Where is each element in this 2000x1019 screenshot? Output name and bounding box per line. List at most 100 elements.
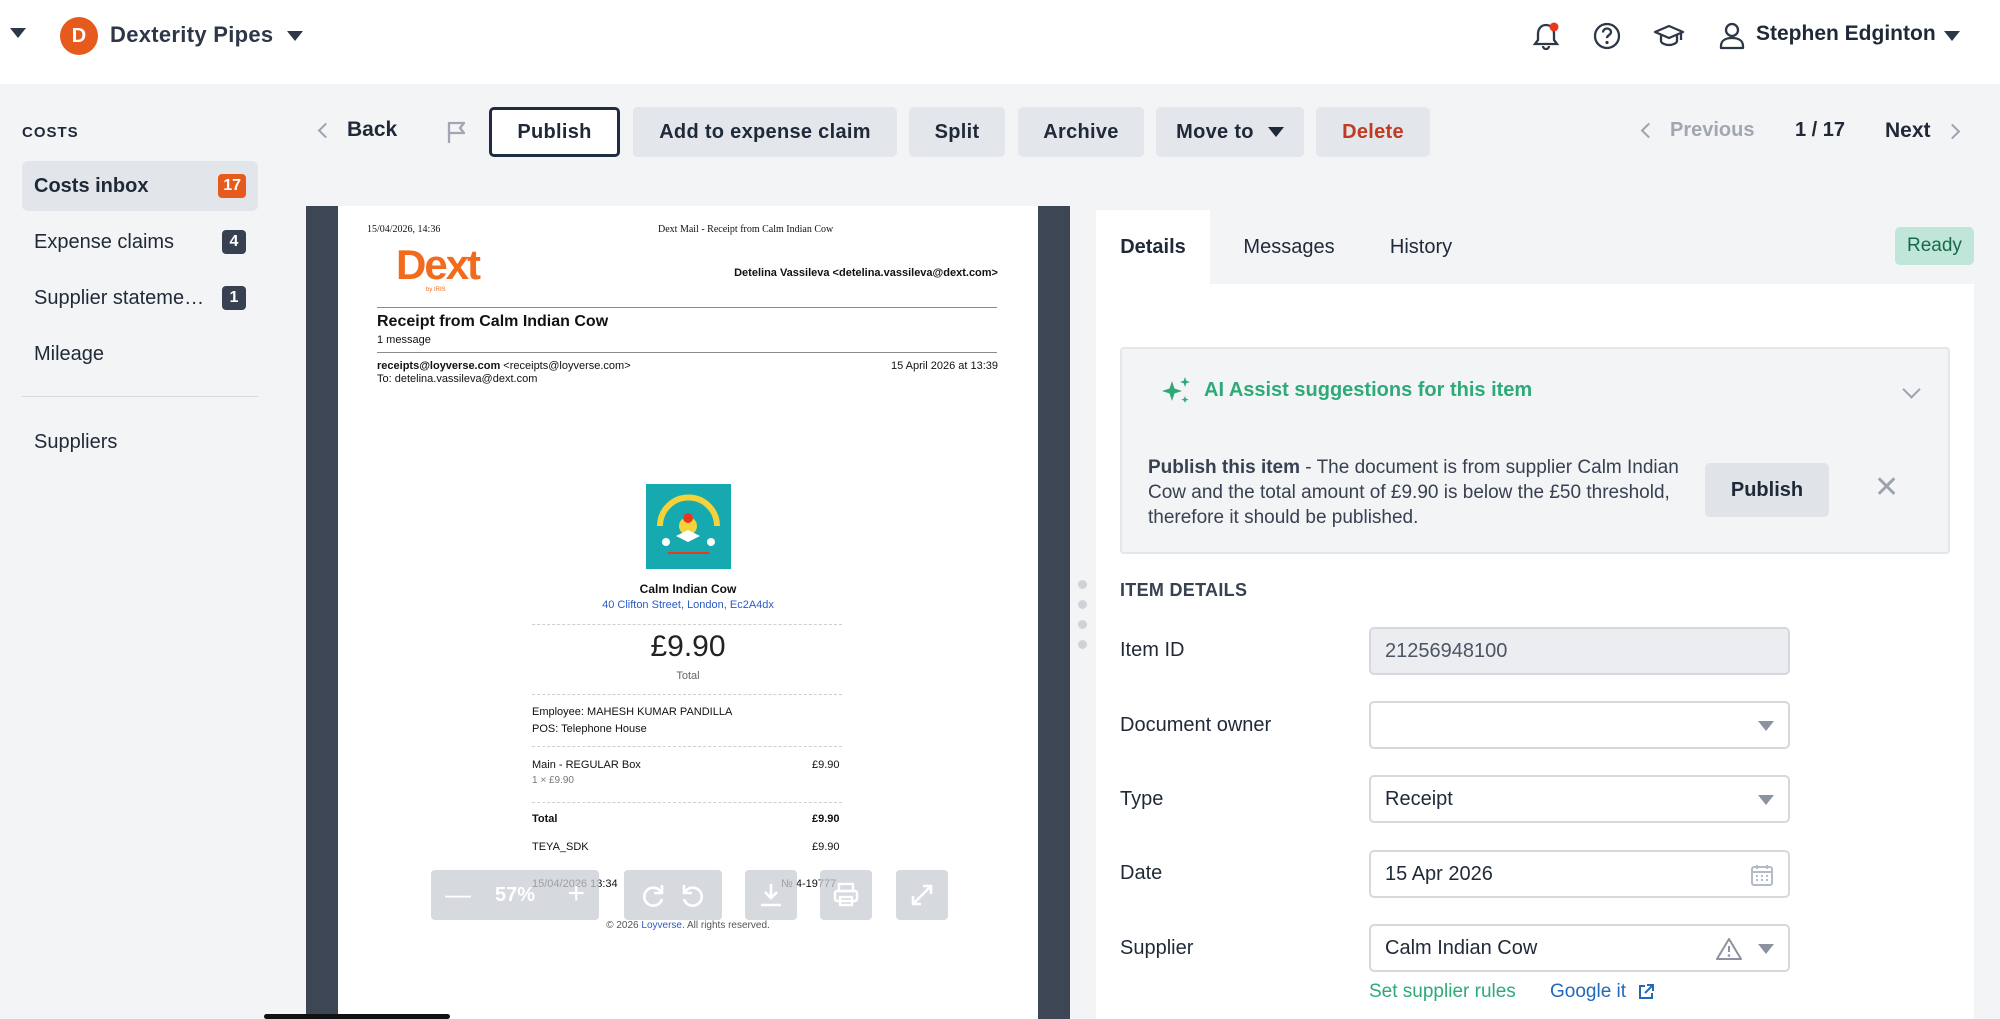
- document-rule: [377, 307, 997, 308]
- notification-bell-icon[interactable]: [1530, 20, 1562, 52]
- close-icon[interactable]: ✕: [1874, 473, 1899, 503]
- from-user: Detelina Vassileva <detelina.vassileva@d…: [734, 267, 998, 279]
- download-icon: [761, 884, 781, 907]
- rotate-right-icon[interactable]: [638, 880, 668, 910]
- supplier-value: Calm Indian Cow: [1385, 936, 1538, 959]
- chevron-down-icon: [1267, 127, 1284, 137]
- chevron-down-icon[interactable]: [1902, 380, 1921, 399]
- resize-handle[interactable]: [1078, 620, 1087, 629]
- sidebar-item-costs-inbox[interactable]: Costs inbox 17: [22, 161, 258, 211]
- menu-caret-icon[interactable]: [10, 28, 26, 38]
- receipt-total-amount: £9.90: [650, 630, 726, 663]
- archive-button[interactable]: Archive: [1018, 107, 1144, 157]
- line-item: Main - REGULAR Box: [532, 759, 641, 771]
- delete-button[interactable]: Delete: [1316, 107, 1430, 157]
- document-viewer: 15/04/2026, 14:36 Dext Mail - Receipt fr…: [306, 206, 1070, 1019]
- total-row-label: Total: [532, 813, 558, 825]
- chevron-down-icon: [1758, 721, 1774, 731]
- back-button[interactable]: Back: [317, 118, 398, 142]
- page-counter: 1 / 17: [1795, 119, 1846, 141]
- document-rule: [377, 352, 997, 353]
- move-to-button[interactable]: Move to: [1156, 107, 1304, 157]
- flag-icon[interactable]: [444, 119, 470, 145]
- resize-handle[interactable]: [1078, 640, 1087, 649]
- user-icon[interactable]: [1716, 20, 1748, 52]
- sidebar-item-label: Supplier stateme…: [34, 286, 205, 309]
- payment-label: TEYA_SDK: [532, 841, 589, 853]
- previous-label: Previous: [1670, 119, 1755, 141]
- dext-logo-sub: by IRIS: [426, 287, 446, 293]
- receipt-footer: © 2026 Loyverse. All rights reserved.: [338, 920, 1038, 931]
- employee: Employee: MAHESH KUMAR PANDILLA: [532, 706, 733, 718]
- line-item-qty: 1 × £9.90: [532, 775, 574, 786]
- zoom-out-icon[interactable]: —: [445, 881, 471, 907]
- sidebar-item-label: Costs inbox: [34, 174, 149, 197]
- tab-messages[interactable]: Messages: [1220, 210, 1358, 284]
- type-select[interactable]: Receipt: [1369, 775, 1790, 823]
- zoom-in-icon[interactable]: +: [567, 879, 585, 909]
- receipt-divider: [532, 802, 842, 803]
- type-label: Type: [1120, 788, 1164, 810]
- download-button[interactable]: [745, 870, 797, 920]
- fullscreen-button[interactable]: [896, 870, 948, 920]
- split-button[interactable]: Split: [909, 107, 1005, 157]
- tab-history[interactable]: History: [1370, 210, 1472, 284]
- rotate-controls: [624, 870, 722, 920]
- ai-suggestion-text: Publish this item - The document is from…: [1148, 455, 1688, 530]
- set-supplier-rules-link[interactable]: Set supplier rules: [1369, 981, 1516, 1003]
- document-owner-select[interactable]: [1369, 701, 1790, 749]
- external-link-icon: [1639, 984, 1655, 999]
- print-icon: [833, 882, 859, 907]
- user-name[interactable]: Stephen Edginton: [1756, 22, 1936, 46]
- google-it-link[interactable]: Google it: [1550, 981, 1656, 1003]
- total-row-value: £9.90: [812, 813, 840, 825]
- resize-handle[interactable]: [1078, 600, 1087, 609]
- rotate-left-icon[interactable]: [678, 880, 708, 910]
- receipt-total-label: Total: [676, 670, 700, 682]
- date-field[interactable]: 15 Apr 2026: [1369, 850, 1790, 898]
- next-button[interactable]: Next: [1885, 119, 1960, 143]
- org-chevron-down-icon[interactable]: [287, 31, 303, 41]
- ai-publish-button[interactable]: Publish: [1705, 463, 1829, 517]
- org-avatar[interactable]: D: [60, 17, 98, 55]
- resize-handle[interactable]: [1078, 580, 1087, 589]
- chevron-down-icon: [1758, 795, 1774, 805]
- sidebar-item-expense-claims[interactable]: Expense claims 4: [22, 217, 258, 267]
- sidebar-item-mileage[interactable]: Mileage: [22, 329, 258, 379]
- dext-logo: Dext: [396, 241, 481, 288]
- ai-assist-box: AI Assist suggestions for this item Publ…: [1120, 347, 1950, 554]
- help-icon[interactable]: [1591, 20, 1623, 52]
- chevron-left-icon: [1640, 122, 1657, 139]
- sender: receipts@loyverse.com <receipts@loyverse…: [377, 360, 631, 372]
- receipt-divider: [532, 746, 842, 747]
- date-value: 15 Apr 2026: [1385, 862, 1493, 885]
- user-chevron-down-icon[interactable]: [1944, 31, 1960, 41]
- sidebar-item-label: Suppliers: [34, 430, 118, 453]
- expand-icon: [911, 884, 933, 906]
- move-to-label: Move to: [1176, 120, 1254, 143]
- calendar-icon[interactable]: [1750, 863, 1774, 887]
- payment-value: £9.90: [812, 841, 840, 853]
- status-badge: Ready: [1895, 227, 1974, 265]
- loyverse-link[interactable]: Loyverse: [641, 920, 682, 931]
- merchant-address: 40 Clifton Street, London, Ec2A4dx: [602, 599, 774, 611]
- publish-button[interactable]: Publish: [489, 107, 620, 157]
- sidebar-item-suppliers[interactable]: Suppliers: [22, 417, 258, 467]
- sidebar-section-title: COSTS: [22, 124, 79, 141]
- sender-email-rest: <receipts@loyverse.com>: [503, 360, 631, 372]
- print-date: 15/04/2026, 14:36: [367, 224, 441, 235]
- chevron-right-icon: [1944, 123, 1960, 139]
- org-name[interactable]: Dexterity Pipes: [110, 22, 273, 48]
- add-to-expense-claim-button[interactable]: Add to expense claim: [633, 107, 897, 157]
- previous-button[interactable]: Previous: [1640, 119, 1755, 142]
- tab-details[interactable]: Details: [1096, 210, 1210, 284]
- type-value: Receipt: [1385, 787, 1453, 810]
- back-label: Back: [347, 118, 398, 141]
- supplier-select[interactable]: Calm Indian Cow: [1369, 924, 1790, 972]
- print-button[interactable]: [820, 870, 872, 920]
- graduation-cap-icon[interactable]: [1653, 20, 1685, 52]
- count-badge: 4: [222, 230, 246, 254]
- sidebar-item-supplier-statements[interactable]: Supplier stateme… 1: [22, 273, 258, 323]
- next-label: Next: [1885, 119, 1931, 142]
- zoom-level: 57%: [494, 883, 536, 906]
